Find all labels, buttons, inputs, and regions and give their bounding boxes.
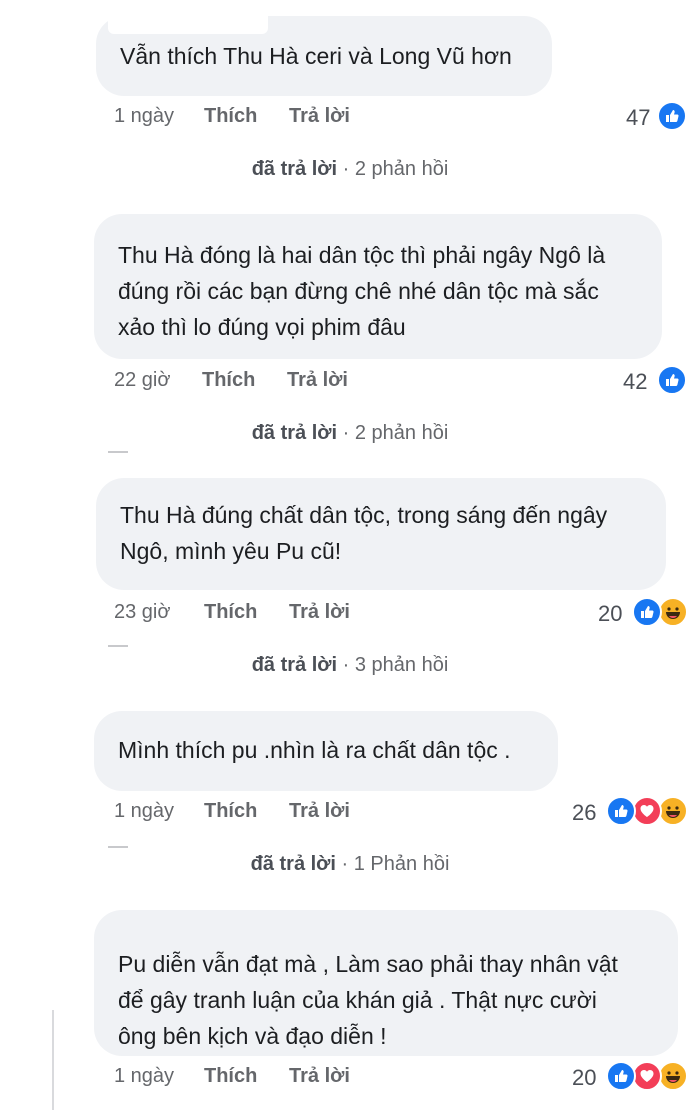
reaction-icons[interactable] [606,1061,690,1091]
comment-text-line: Thu Hà đúng chất dân tộc, trong sáng đến… [120,502,608,528]
separator: · [335,853,354,875]
thumbs-up-icon [632,597,662,627]
reaction-icons[interactable] [657,101,689,131]
reaction-count[interactable]: 20 [598,601,622,627]
comment-meta: 22 giờ Thích Trả lời 42 [0,369,700,401]
laughing-face-icon [658,1061,688,1091]
timestamp[interactable]: 1 ngày [114,105,174,128]
comment-bubble[interactable]: Thu Hà đóng là hai dân tộc thì phải ngây… [94,214,662,359]
heart-icon [632,1061,662,1091]
replied-by: đã trả lời [251,422,338,444]
comment-bubble[interactable]: Pu diễn vẫn đạt mà , Làm sao phải thay n… [94,910,678,1056]
reaction-count[interactable]: 42 [623,369,647,395]
separator: · [337,422,355,444]
timestamp[interactable]: 1 ngày [114,1065,174,1088]
thumbs-up-icon [657,365,687,395]
timestamp[interactable]: 22 giờ [114,369,170,392]
reaction-icons[interactable] [657,365,689,395]
reply-count: 3 phản hồi [354,654,449,676]
comment-text-line: Mình thích pu .nhìn là ra chất dân tộc . [118,737,511,763]
reply-thread-line [108,645,128,647]
comment-text-line: Vẫn thích Thu Hà ceri và Long Vũ hơn [120,43,512,69]
laughing-face-icon [658,597,688,627]
replied-by: đã trả lời [250,853,336,875]
reply-count: 1 Phản hồi [353,853,450,875]
reply-button[interactable]: Trả lời [289,800,350,823]
reply-button[interactable]: Trả lời [289,601,350,624]
comment-text-line: đúng rồi các bạn đừng chê nhé dân tộc mà… [118,278,599,304]
laughing-face-icon [658,796,688,826]
comment-meta: 1 ngày Thích Trả lời 26 [0,800,700,832]
comment-bubble[interactable]: Mình thích pu .nhìn là ra chất dân tộc . [94,711,558,791]
reply-thread-line [108,451,128,453]
reply-count: 2 phản hồi [354,422,449,444]
comment-text-line: để gây tranh luận của khán giả . Thật nự… [118,987,597,1013]
view-replies-link[interactable]: đã trả lời · 2 phản hồi [0,422,700,445]
like-button[interactable]: Thích [204,105,257,128]
comment-meta: 1 ngày Thích Trả lời 47 [0,105,700,137]
like-button[interactable]: Thích [204,800,257,823]
view-replies-link[interactable]: đã trả lời · 1 Phản hồi [0,853,700,876]
reaction-icons[interactable] [606,796,690,826]
replied-by: đã trả lời [251,654,338,676]
reaction-count[interactable]: 47 [626,105,650,131]
comment-meta: 23 giờ Thích Trả lời 20 [0,601,700,633]
like-button[interactable]: Thích [204,1065,257,1088]
comment-bubble[interactable]: Thu Hà đúng chất dân tộc, trong sáng đến… [96,478,666,590]
comment-text-line: xảo thì lo đúng vọi phim đâu [118,314,406,340]
thumbs-up-icon [657,101,687,131]
comment-meta: 1 ngày Thích Trả lời 20 [0,1065,700,1097]
reply-thread-line [108,846,128,848]
like-button[interactable]: Thích [204,601,257,624]
view-replies-link[interactable]: đã trả lời · 3 phản hồi [0,654,700,677]
reply-button[interactable]: Trả lời [287,369,348,392]
comment-text-line: Thu Hà đóng là hai dân tộc thì phải ngây… [118,242,606,268]
thumbs-up-icon [606,796,636,826]
like-button[interactable]: Thích [202,369,255,392]
separator: · [337,654,355,676]
reply-button[interactable]: Trả lời [289,1065,350,1088]
timestamp[interactable]: 1 ngày [114,800,174,823]
replied-by: đã trả lời [251,158,338,180]
thumbs-up-icon [606,1061,636,1091]
comment-text-line: ông bên kịch và đạo diễn ! [118,1023,387,1049]
view-replies-link[interactable]: đã trả lời · 2 phản hồi [0,158,700,181]
reply-button[interactable]: Trả lời [289,105,350,128]
reaction-icons[interactable] [632,597,690,627]
reaction-count[interactable]: 20 [572,1065,596,1091]
heart-icon [632,796,662,826]
reaction-count[interactable]: 26 [572,800,596,826]
timestamp[interactable]: 23 giờ [114,601,170,624]
comment-text-line: Pu diễn vẫn đạt mà , Làm sao phải thay n… [118,951,618,977]
comment-text-line: Ngô, mình yêu Pu cũ! [120,538,342,564]
reply-count: 2 phản hồi [354,158,449,180]
separator: · [337,158,355,180]
redacted-name [108,16,268,34]
